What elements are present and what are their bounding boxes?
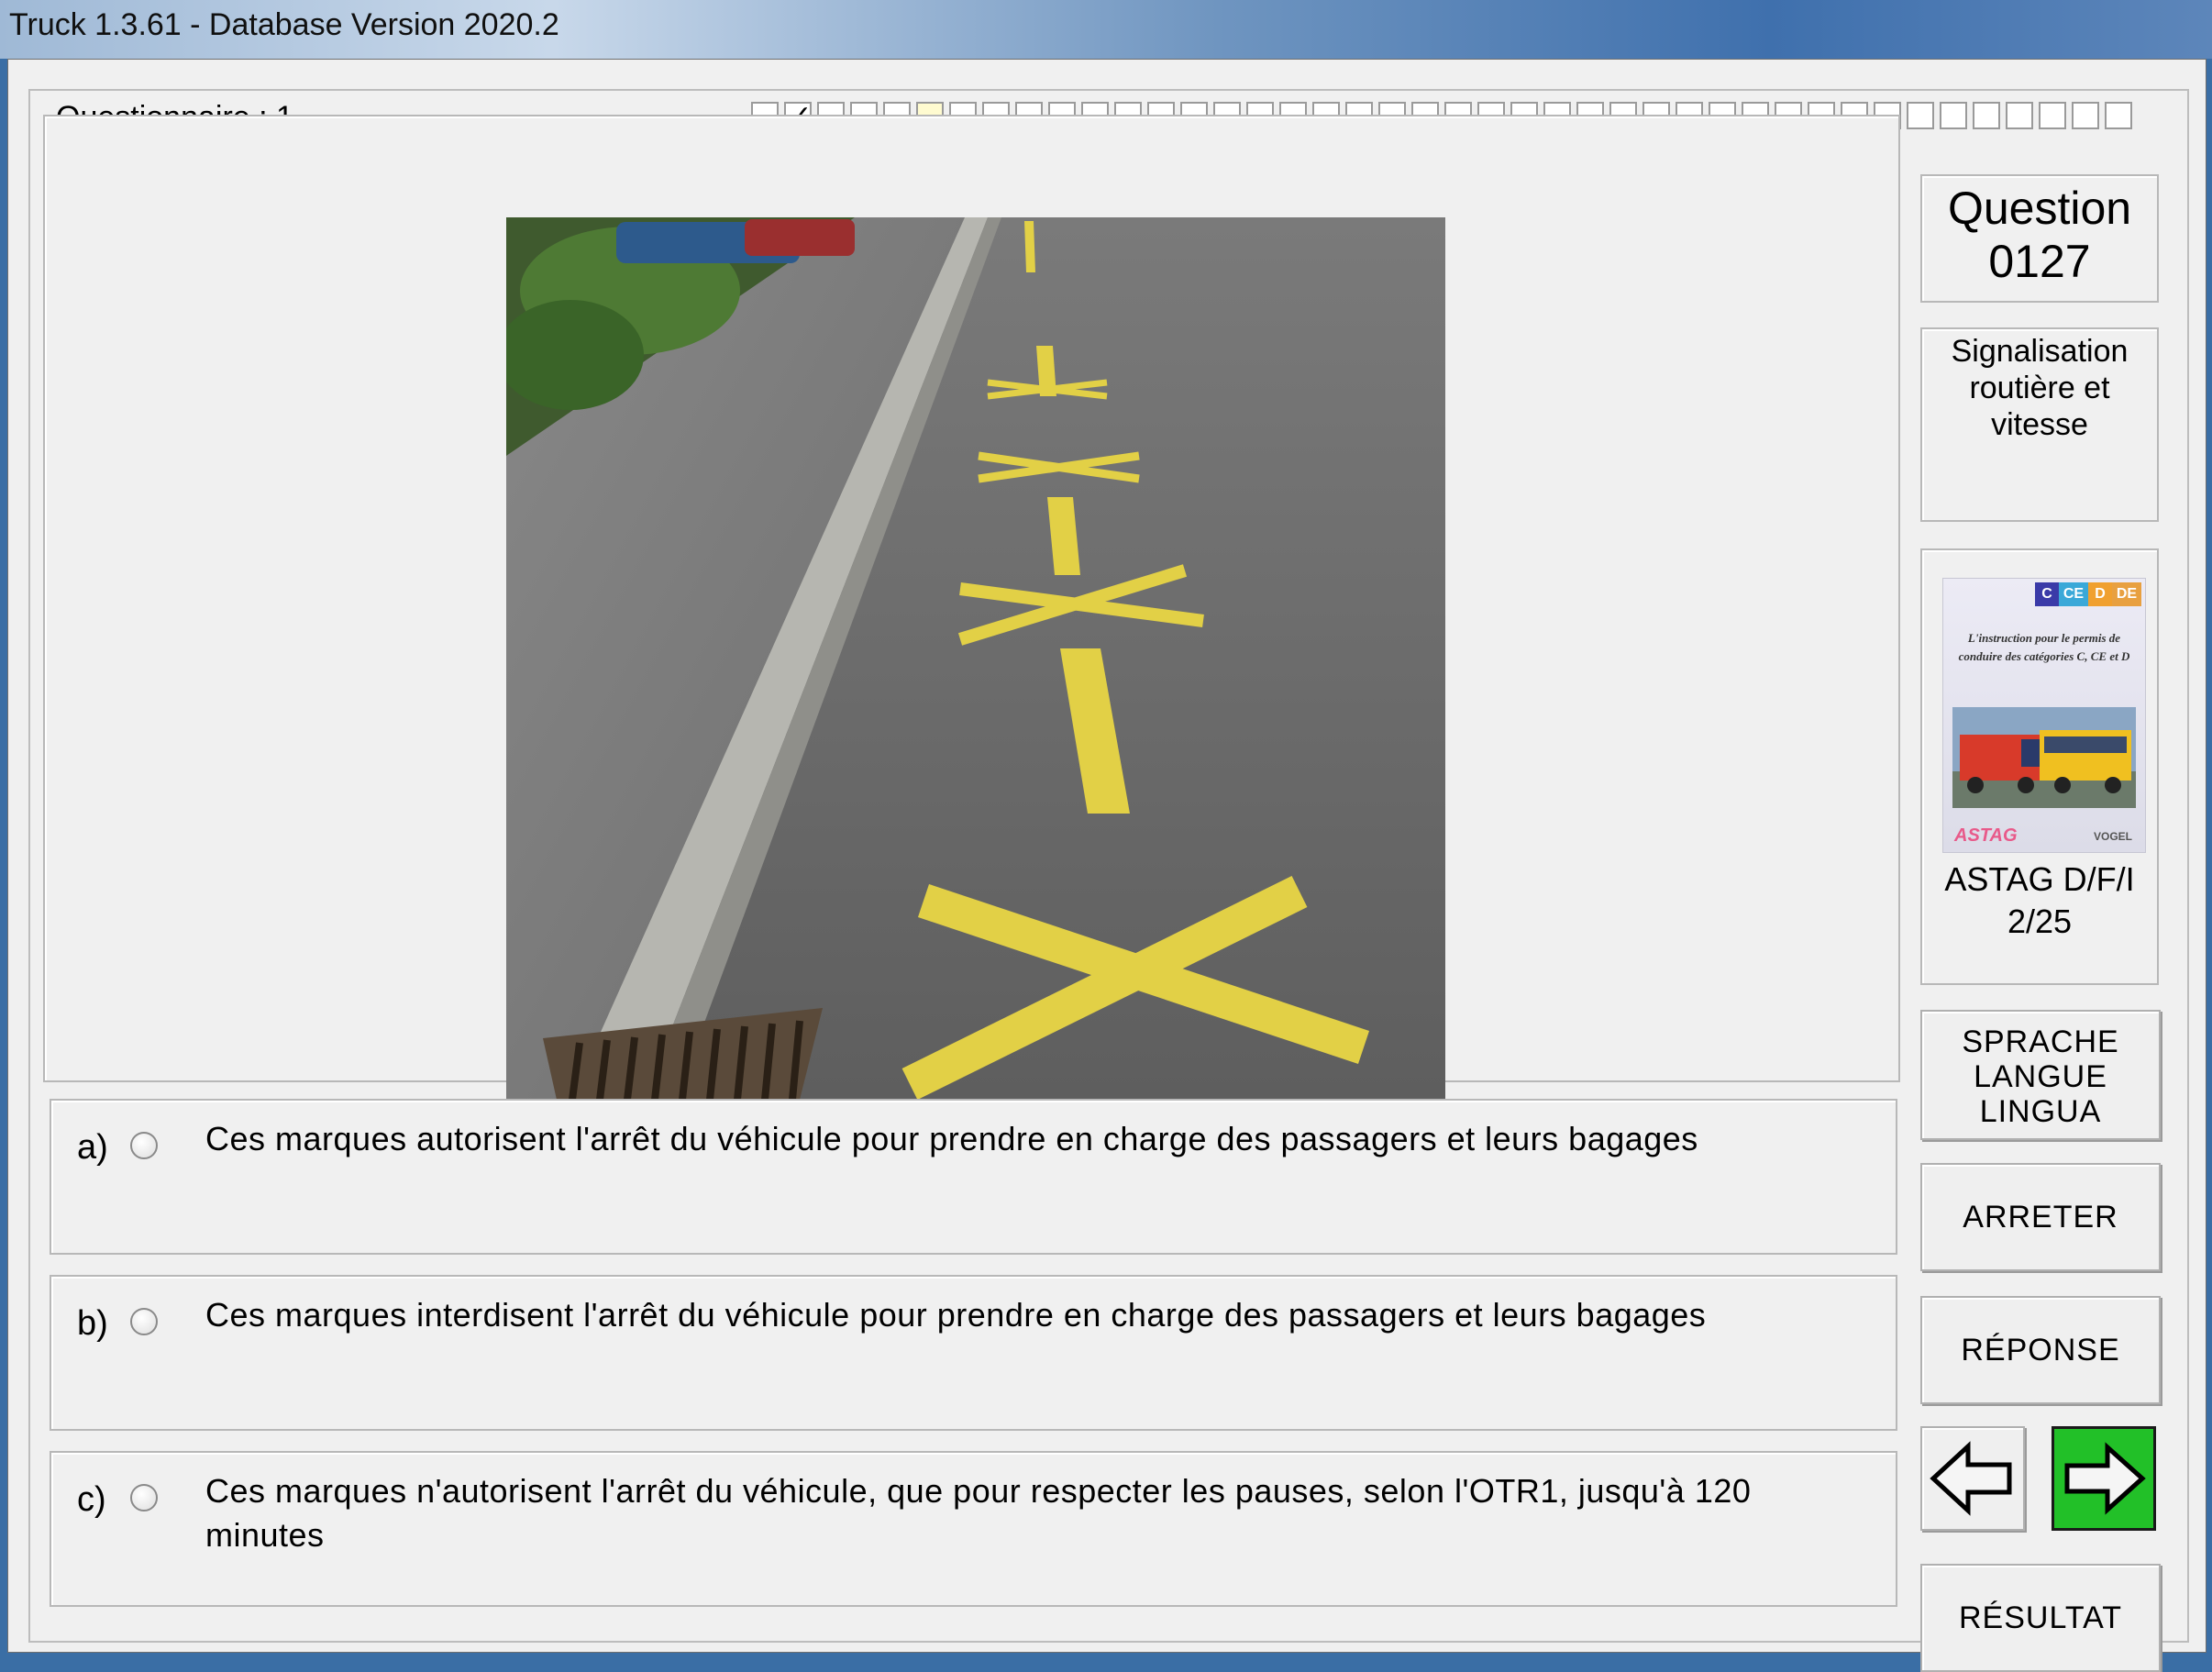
category-box: Signalisation routière et vitesse xyxy=(1920,327,2159,522)
question-number-box: Question 0127 xyxy=(1920,174,2159,303)
next-button[interactable] xyxy=(2052,1426,2156,1531)
answer-b[interactable]: b) Ces marques interdisent l'arrêt du vé… xyxy=(50,1275,1897,1431)
vogel-logo: VOGEL xyxy=(2093,830,2132,843)
answer-button-label: RÉPONSE xyxy=(1961,1333,2120,1367)
arrow-right-icon xyxy=(2064,1442,2146,1515)
book-cover-image: C CE D DE L'instruction pour le permis d… xyxy=(1942,578,2146,853)
answer-button[interactable]: RÉPONSE xyxy=(1920,1296,2161,1404)
question-photo xyxy=(506,217,1445,1100)
stop-button-label: ARRETER xyxy=(1963,1200,2118,1235)
flag-d: D xyxy=(2088,582,2112,606)
answer-a-letter: a) xyxy=(77,1128,108,1167)
previous-button[interactable] xyxy=(1920,1426,2025,1531)
answer-a-text: Ces marques autorisent l'arrêt du véhicu… xyxy=(205,1120,1698,1157)
progress-box xyxy=(2039,102,2066,129)
book-box: C CE D DE L'instruction pour le permis d… xyxy=(1920,548,2159,985)
answer-a[interactable]: a) Ces marques autorisent l'arrêt du véh… xyxy=(50,1099,1897,1255)
language-button[interactable]: SPRACHE LANGUE LINGUA xyxy=(1920,1010,2161,1140)
window-title: Truck 1.3.61 - Database Version 2020.2 xyxy=(9,7,559,42)
progress-box xyxy=(2006,102,2033,129)
language-button-label: SPRACHE LANGUE LINGUA xyxy=(1962,1024,2119,1129)
answer-c-text: Ces marques n'autorisent l'arrêt du véhi… xyxy=(205,1472,1752,1554)
progress-box xyxy=(1940,102,1967,129)
answer-b-text: Ces marques interdisent l'arrêt du véhic… xyxy=(205,1296,1707,1334)
road-markings-image xyxy=(506,217,1445,1100)
book-category-flags: C CE D DE xyxy=(2035,582,2141,606)
arrow-left-icon xyxy=(1930,1441,2012,1516)
stop-button[interactable]: ARRETER xyxy=(1920,1163,2161,1271)
flag-c: C xyxy=(2035,582,2059,606)
book-page: 2/25 xyxy=(2007,902,2073,940)
main-window: Questionnaire : 1 xyxy=(7,59,2206,1672)
answer-c-letter: c) xyxy=(77,1480,106,1519)
progress-box xyxy=(2072,102,2099,129)
question-label: Question xyxy=(1947,183,2132,234)
answer-c-radio[interactable] xyxy=(130,1484,158,1511)
answer-c[interactable]: c) Ces marques n'autorisent l'arrêt du v… xyxy=(50,1451,1897,1607)
progress-box xyxy=(1973,102,2000,129)
progress-box xyxy=(1907,102,1934,129)
flag-de: DE xyxy=(2112,582,2141,606)
truck-bus-icon xyxy=(1952,707,2136,808)
answer-b-letter: b) xyxy=(77,1304,108,1343)
progress-box xyxy=(2105,102,2132,129)
book-cover-text: L'instruction pour le permis de conduire… xyxy=(1958,631,2130,663)
answer-b-radio[interactable] xyxy=(130,1308,158,1335)
category-label: Signalisation routière et vitesse xyxy=(1951,334,2129,442)
result-button[interactable]: RÉSULTAT xyxy=(1920,1564,2161,1672)
flag-ce: CE xyxy=(2059,582,2088,606)
answer-a-radio[interactable] xyxy=(130,1132,158,1159)
question-number: 0127 xyxy=(1988,236,2091,287)
title-bar[interactable]: Truck 1.3.61 - Database Version 2020.2 xyxy=(0,0,2212,59)
book-title: ASTAG D/F/I xyxy=(1944,860,2135,898)
result-button-label: RÉSULTAT xyxy=(1958,1600,2123,1635)
astag-logo: ASTAG xyxy=(1954,825,2018,846)
